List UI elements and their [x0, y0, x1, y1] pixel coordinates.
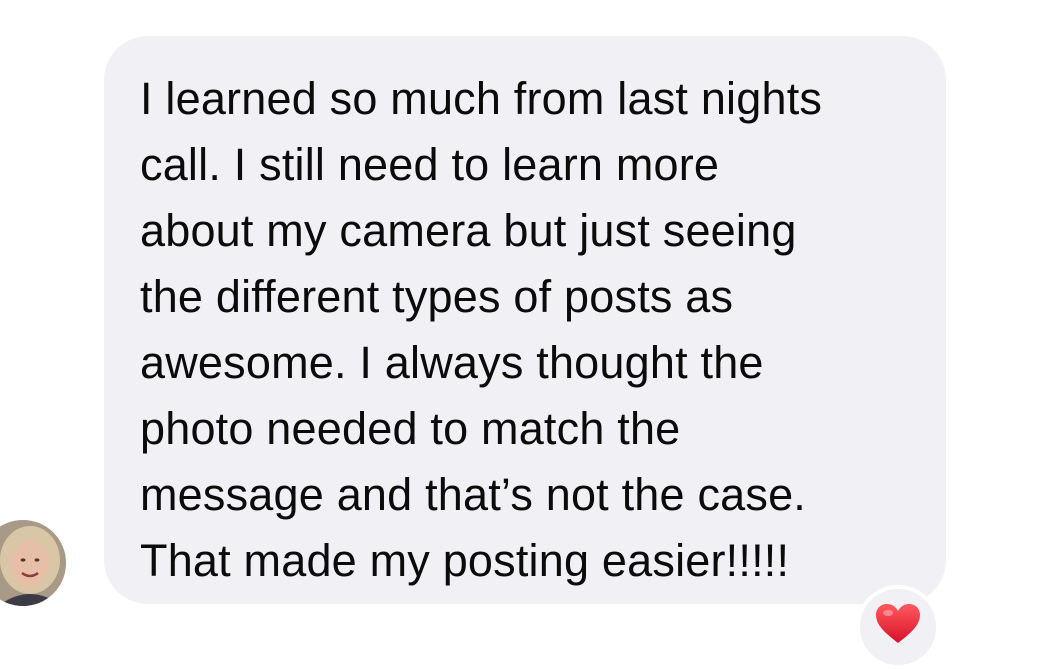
message-line: photo needed to match the — [140, 403, 681, 454]
message-line: about my camera but just seeing — [140, 205, 797, 256]
message-line: I learned so much from last nights — [140, 73, 823, 124]
message-line: call. I still need to learn more — [140, 139, 720, 190]
message-line: the different types of posts as — [140, 271, 734, 322]
avatar[interactable] — [0, 520, 66, 606]
reaction-badge[interactable] — [856, 585, 940, 669]
message-line: That made my posting easier!!!!! — [140, 535, 790, 586]
message-bubble[interactable]: I learned so much from last nights call.… — [104, 36, 946, 604]
message-line: message and that’s not the case. — [140, 469, 806, 520]
avatar-photo — [0, 520, 66, 606]
heart-icon — [876, 604, 920, 643]
message-text: I learned so much from last nights call.… — [140, 66, 912, 594]
message-line: awesome. I always thought the — [140, 337, 764, 388]
